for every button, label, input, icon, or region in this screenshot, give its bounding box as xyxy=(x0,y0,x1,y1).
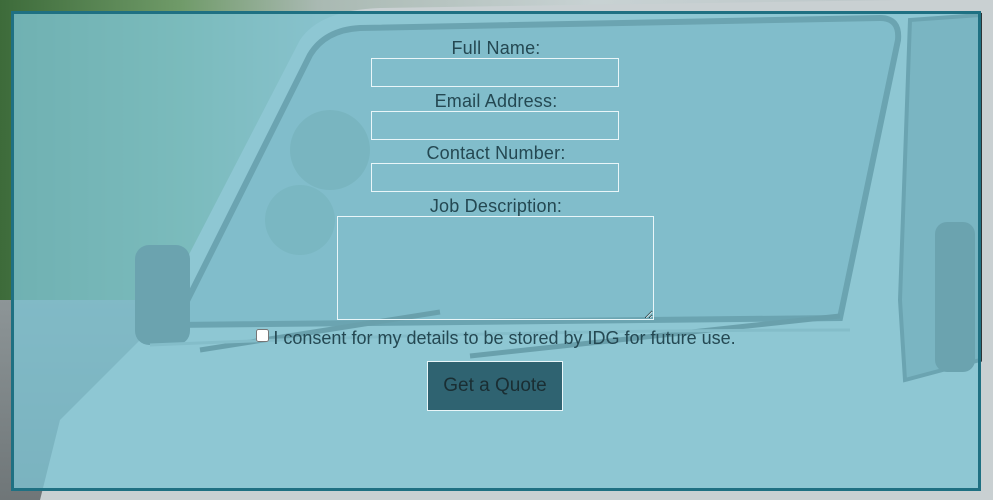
email-input[interactable] xyxy=(371,111,619,140)
job-description-label: Job Description: xyxy=(429,196,563,216)
quote-form: Full Name: Email Address: Contact Number… xyxy=(14,14,978,488)
contact-number-input[interactable] xyxy=(371,163,619,192)
consent-checkbox[interactable] xyxy=(256,329,270,342)
contact-number-label: Contact Number: xyxy=(426,143,566,163)
email-label: Email Address: xyxy=(434,91,558,111)
full-name-input[interactable] xyxy=(371,58,619,87)
job-description-textarea[interactable] xyxy=(337,216,654,320)
consent-row: I consent for my details to be stored by… xyxy=(14,328,978,349)
full-name-label: Full Name: xyxy=(451,38,541,58)
consent-label: I consent for my details to be stored by… xyxy=(273,328,736,348)
quote-form-panel: Full Name: Email Address: Contact Number… xyxy=(11,11,981,491)
get-quote-button[interactable]: Get a Quote xyxy=(427,361,563,411)
